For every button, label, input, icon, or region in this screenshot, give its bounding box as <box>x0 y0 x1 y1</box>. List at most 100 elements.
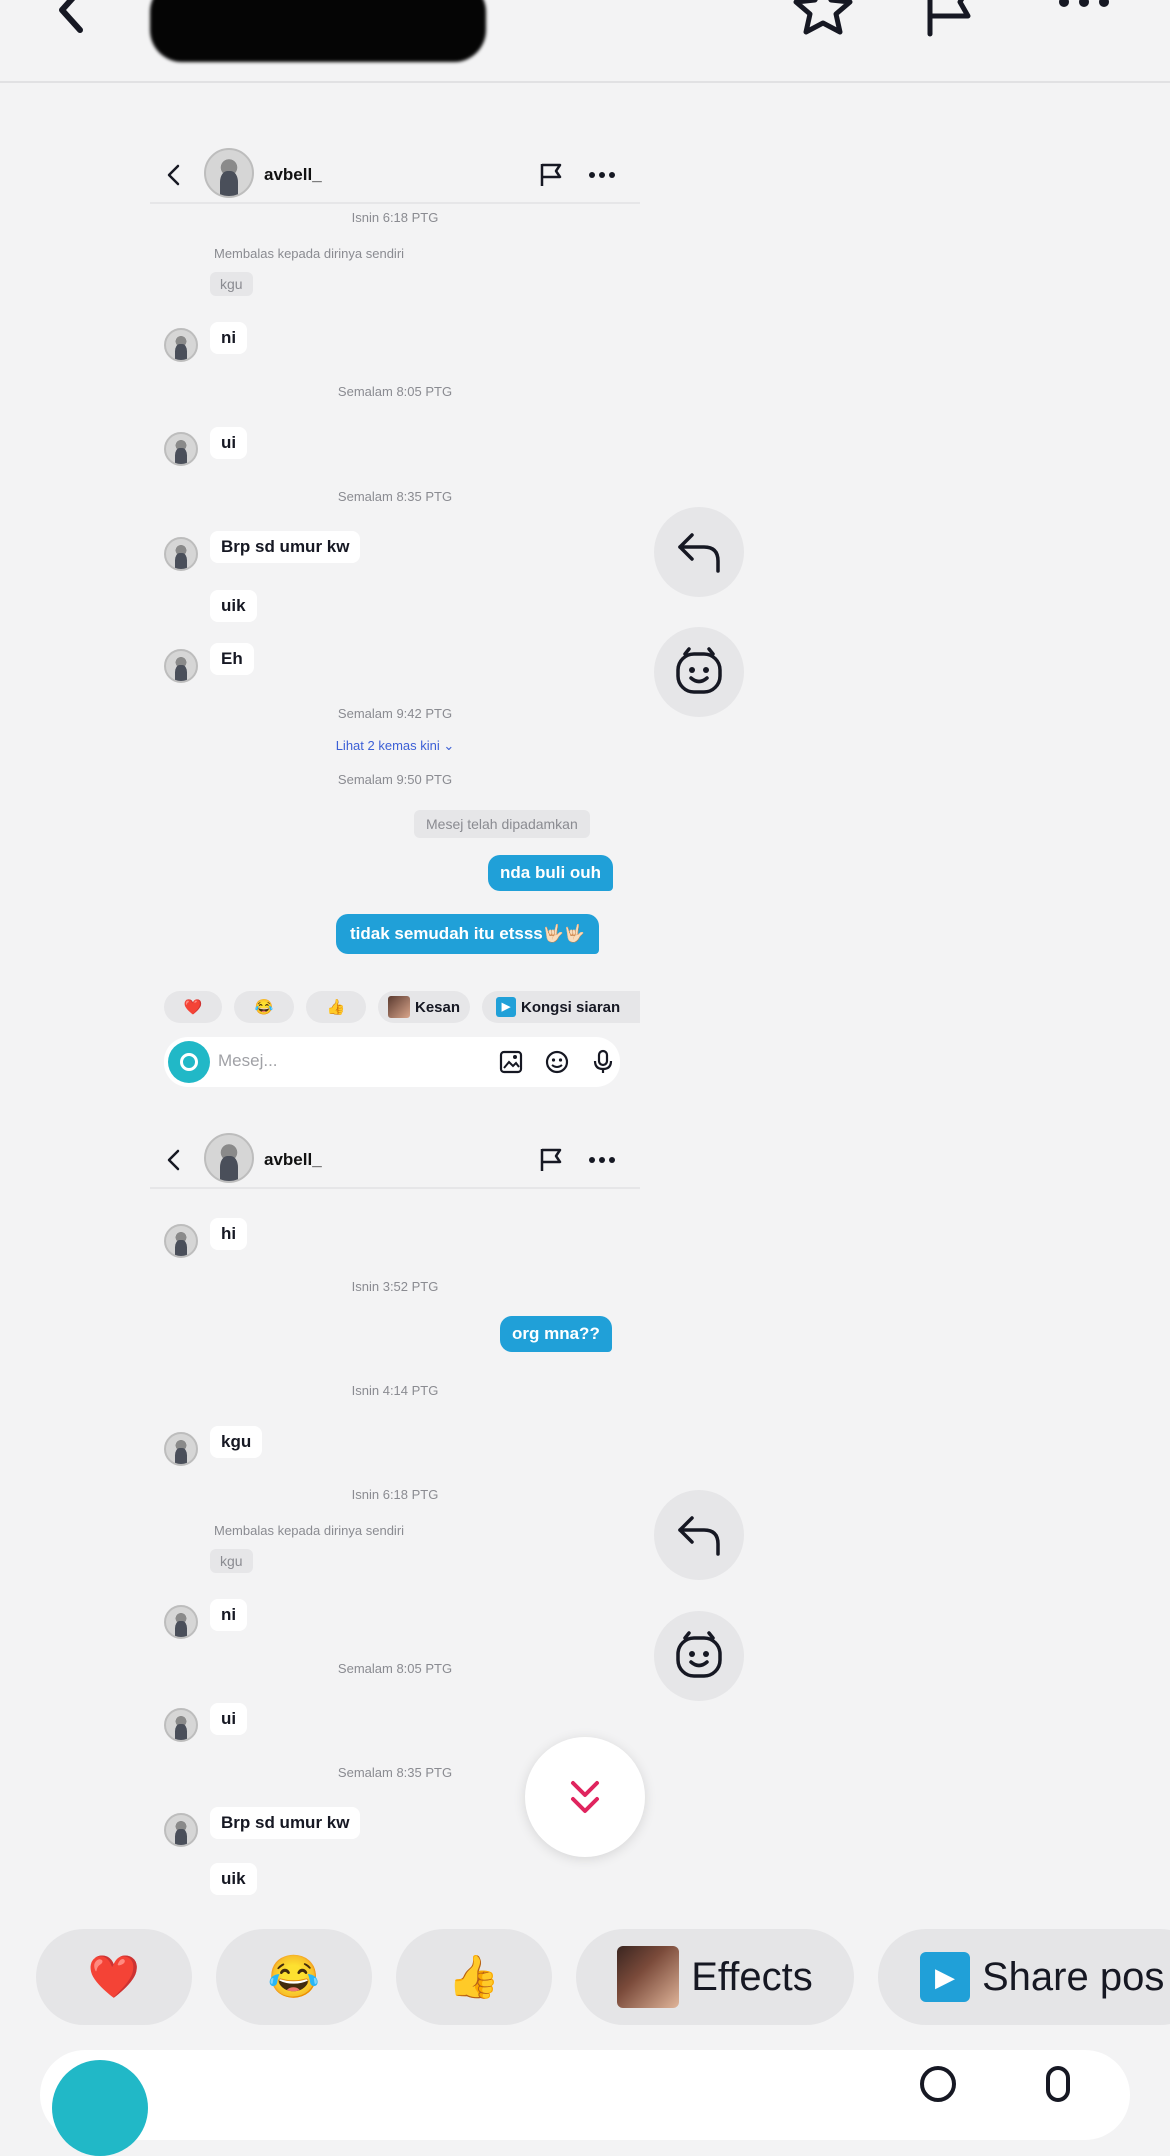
more-icon <box>589 172 615 178</box>
deleted-message: Mesej telah dipadamkan <box>414 810 590 838</box>
input-icon-partial <box>920 2066 956 2102</box>
effects-label: Effects <box>691 1954 813 1999</box>
timestamp: Semalam 8:35 PTG <box>337 489 453 504</box>
microphone-icon <box>593 1049 613 1073</box>
message-bubble: hi <box>210 1218 248 1250</box>
reply-button[interactable] <box>654 1490 744 1580</box>
camera-icon[interactable] <box>52 2060 148 2156</box>
message-bubble: ui <box>210 1703 248 1735</box>
more-icon[interactable] <box>1050 0 1120 48</box>
avatar <box>164 432 198 466</box>
star-icon[interactable] <box>788 0 858 48</box>
top-bar <box>0 0 1170 83</box>
timestamp: Semalam 9:42 PTG <box>337 706 453 721</box>
reply-icon <box>678 533 720 573</box>
thumbs-up-emoji: 👍 <box>326 999 346 1016</box>
effects-thumbnail <box>617 1946 680 2008</box>
share-post-label: Share pos <box>982 1954 1165 1999</box>
share-post-button[interactable]: ▶ Share pos <box>878 1929 1170 2025</box>
avatar <box>164 1224 198 1258</box>
effects-label: Kesan <box>414 998 461 1016</box>
chat-header: avbell_ <box>150 142 640 204</box>
message-bubble: Brp sd umur kw <box>210 1807 361 1839</box>
reply-icon <box>678 1516 720 1556</box>
chip-heart: ❤️ <box>164 991 222 1023</box>
reaction-bar: ❤️ 😂 👍 Kesan ▶ Kongsi siaran <box>164 991 640 1023</box>
laugh-emoji: 😂 <box>254 999 274 1016</box>
reaction-heart[interactable]: ❤️ <box>36 1929 192 2025</box>
avatar <box>164 1605 198 1639</box>
quoted-message: kgu <box>210 272 253 296</box>
timestamp: Semalam 8:05 PTG <box>337 384 453 399</box>
avatar <box>164 1432 198 1466</box>
message-bubble: Brp sd umur kw <box>210 531 361 563</box>
flag-icon <box>540 163 562 186</box>
reply-note: Membalas kepada dirinya sendiri <box>214 1523 405 1538</box>
avatar <box>204 148 254 198</box>
effects-button[interactable]: Effects <box>576 1929 854 2025</box>
heart-emoji: ❤️ <box>87 1952 141 2000</box>
play-icon: ▶ <box>496 997 516 1017</box>
reply-button[interactable] <box>654 507 744 597</box>
timestamp: Isnin 6:18 PTG <box>351 1487 439 1502</box>
message-bubble: uik <box>210 590 257 622</box>
message-bubble: ui <box>210 427 248 459</box>
message-bubble: ni <box>210 322 248 354</box>
flag-icon[interactable] <box>918 0 988 48</box>
message-bubble: uik <box>210 1863 257 1895</box>
camera-icon <box>168 1041 210 1083</box>
avatar <box>164 1708 198 1742</box>
timestamp: Semalam 8:05 PTG <box>337 1661 453 1676</box>
sticker-button[interactable] <box>654 627 744 717</box>
quoted-message: kgu <box>210 1549 253 1573</box>
message-bubble-out: tidak semudah itu etsss🤟🏻🤟🏻 <box>336 914 600 954</box>
sticker-face-icon <box>676 1631 722 1678</box>
double-chevron-down-icon <box>571 1781 599 1813</box>
scroll-to-bottom-button[interactable] <box>525 1737 645 1857</box>
sticker-button[interactable] <box>654 1611 744 1701</box>
message-bubble: kgu <box>210 1426 263 1458</box>
reaction-laugh[interactable]: 😂 <box>216 1929 372 2025</box>
effects-thumbnail <box>387 996 410 1018</box>
more-icon <box>589 1157 615 1163</box>
chat-screenshot-1: avbell_ Isnin 6:18 PTG Membalas kepada d… <box>150 142 640 1100</box>
chip-effects: Kesan <box>378 991 470 1023</box>
thumbs-up-emoji: 👍 <box>447 1952 501 2000</box>
chip-thumbs: 👍 <box>306 991 366 1023</box>
reply-note: Membalas kepada dirinya sendiri <box>214 246 405 261</box>
heart-emoji: ❤️ <box>183 999 203 1016</box>
chip-share: ▶ Kongsi siaran <box>482 991 640 1023</box>
avatar <box>164 1813 198 1847</box>
avatar <box>164 649 198 683</box>
play-icon: ▶ <box>920 1952 970 2002</box>
message-bubble-out: nda buli ouh <box>488 855 614 891</box>
back-icon[interactable] <box>30 0 100 48</box>
share-label: Kongsi siaran <box>521 998 621 1016</box>
chip-laugh: 😂 <box>234 991 294 1023</box>
message-placeholder: Mesej... <box>218 1051 278 1070</box>
camera-lens <box>180 1053 198 1071</box>
avatar <box>204 1133 254 1183</box>
message-bubble-out: org mna?? <box>500 1316 612 1352</box>
timestamp: Isnin 3:52 PTG <box>351 1279 439 1294</box>
back-icon <box>167 164 180 186</box>
back-icon <box>167 1149 180 1171</box>
message-input-bar: Mesej... <box>164 1037 620 1087</box>
avatar <box>164 537 198 571</box>
flag-icon <box>540 1148 562 1171</box>
input-icon-partial <box>1046 2066 1070 2102</box>
see-updates-label: Lihat 2 kemas kini <box>335 738 440 753</box>
timestamp: Semalam 9:50 PTG <box>337 772 453 787</box>
message-input[interactable] <box>40 2050 1130 2140</box>
username: avbell_ <box>264 1150 322 1169</box>
reaction-thumbs-up[interactable]: 👍 <box>396 1929 552 2025</box>
chevron-down-icon: ⌄ <box>443 738 455 753</box>
message-bubble: ni <box>210 1599 248 1631</box>
redacted-title <box>150 0 486 62</box>
username: avbell_ <box>264 165 322 184</box>
sticker-icon <box>545 1050 569 1074</box>
sticker-face-icon <box>676 647 722 694</box>
see-updates-link: Lihat 2 kemas kini ⌄ <box>150 738 640 754</box>
message-bubble: Eh <box>210 643 254 675</box>
chat-header: avbell_ <box>150 1127 640 1189</box>
